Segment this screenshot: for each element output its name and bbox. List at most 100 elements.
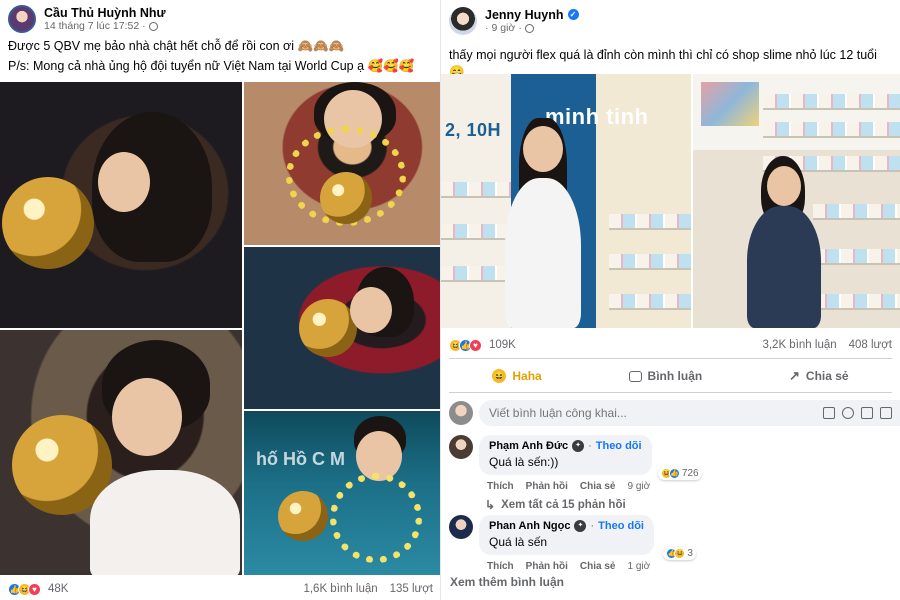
shop-sign-text: minh tinh [545,104,649,129]
left-post-text-line-2: P/s: Mong cả nhà ủng hộ đội tuyển nữ Việ… [8,59,415,73]
slime-shelf-row [763,122,900,138]
view-more-comments-link[interactable]: Xem thêm bình luận [450,575,564,589]
photo-subject-outfit [747,206,821,328]
commenter-avatar[interactable] [449,435,473,459]
comment-like-link[interactable]: Thích [487,561,514,572]
comment-icon [628,370,642,382]
camera-icon[interactable] [861,407,873,419]
left-post: Cầu Thủ Huỳnh Như 14 tháng 7 lúc 17:52 ·… [0,0,441,600]
share-button-label: Chia sẻ [805,369,849,383]
golden-ball-trophy-icon [299,299,357,357]
left-author-block: Cầu Thủ Huỳnh Như 14 tháng 7 lúc 17:52 · [44,6,166,32]
right-author-avatar[interactable] [449,7,477,35]
view-replies-label: Xem tất cả 15 phản hồi [501,499,626,511]
right-reactions-bar: 😆 👍 ♥ 109K 3,2K bình luận 408 lượt [449,335,892,355]
left-photo-4[interactable] [244,247,441,409]
slime-shelf-row [609,254,691,270]
slime-shelf-row [763,94,900,110]
left-photo-3[interactable] [244,82,441,245]
photo-subject-face [350,287,392,333]
right-reaction-icons[interactable]: 😆 👍 ♥ [449,338,482,352]
right-author-block: Jenny Huynh ✓ · 9 giờ · [485,8,579,34]
right-post-time[interactable]: 9 giờ [492,22,516,34]
follow-link[interactable]: Theo dõi [596,440,642,452]
top-fan-badge-icon: ✦ [572,440,585,452]
love-reaction-icon: ♥ [469,338,482,352]
commenter-name[interactable]: Phạm Anh Đức [489,440,568,452]
comment-name-line: Phan Anh Ngọc ✦ · Theo dõi [489,520,644,532]
comment-time[interactable]: 1 giờ [627,561,650,572]
comment-actions: Thích Phản hồi Chia sẻ 1 giờ [487,561,892,572]
comment-row: Phan Anh Ngọc ✦ · Theo dõi Quá là sến 👍 … [449,515,892,560]
photo-subject-face [112,378,182,456]
share-icon: ↗ [789,368,800,383]
globe-icon [148,21,158,31]
flower-garland [330,473,422,563]
comment-like-link[interactable]: Thích [487,481,514,492]
left-author-avatar[interactable] [8,5,36,33]
comment-item: Phan Anh Ngọc ✦ · Theo dõi Quá là sến 👍 … [449,515,892,572]
comment-share-link[interactable]: Chia sẻ [580,561,616,572]
comment-tools [823,407,892,419]
comment-reactions[interactable]: 👍 😆 3 [663,547,696,560]
slime-shelf-row [441,182,511,198]
commenter-avatar[interactable] [449,515,473,539]
haha-button[interactable]: 😆 Haha [480,365,553,387]
sticker-icon[interactable] [823,407,835,419]
right-post-header: Jenny Huynh ✓ · 9 giờ · [449,5,892,37]
slime-shelf-row [609,214,691,230]
left-post-time[interactable]: 14 tháng 7 lúc 17:52 [44,20,139,32]
comment-share-link[interactable]: Chia sẻ [580,481,616,492]
right-post-meta-dot: · [485,22,489,35]
love-reaction-icon: ♥ [28,582,41,596]
comment-reactions[interactable]: 😆 👍 726 [657,467,702,480]
comment-time[interactable]: 9 giờ [627,481,650,492]
slime-shelf-row [813,294,900,310]
left-reaction-count[interactable]: 48K [48,583,68,595]
comment-text: Quá là sến:)) [489,455,559,469]
left-comment-count[interactable]: 1,6K bình luận [303,583,377,595]
follow-link[interactable]: Theo dõi [598,520,644,532]
comment-reaction-count: 726 [681,468,699,479]
comment-dot: · [588,440,592,452]
right-comment-count[interactable]: 3,2K bình luận [762,339,836,351]
current-user-avatar[interactable] [449,401,473,425]
right-author-name-text[interactable]: Jenny Huynh [485,8,564,22]
comment-button[interactable]: Bình luận [617,365,715,387]
comment-button-label: Bình luận [647,369,703,383]
right-photo-2[interactable] [693,74,900,328]
left-author-name-text[interactable]: Cầu Thủ Huỳnh Như [44,6,166,20]
slime-shelf-row [609,294,691,310]
wall-painting [701,82,759,126]
left-photo-1[interactable] [0,82,242,328]
left-author-name[interactable]: Cầu Thủ Huỳnh Như [44,6,166,20]
left-share-count[interactable]: 135 lượt [390,583,433,595]
photo-subject-face [523,126,563,172]
right-post-meta-dot-2: · [518,22,522,35]
comment-item: Phạm Anh Đức ✦ · Theo dõi Quá là sến:)) … [449,435,892,512]
left-post-meta: 14 tháng 7 lúc 17:52 · [44,20,166,32]
slime-shelf-row [441,224,511,240]
left-reaction-icons[interactable]: 👍 😆 ♥ [8,582,41,596]
right-reaction-count[interactable]: 109K [489,339,516,351]
comment-reaction-count: 3 [687,548,693,559]
right-author-name[interactable]: Jenny Huynh ✓ [485,8,579,22]
golden-ball-trophy-icon [278,491,328,541]
comment-reply-link[interactable]: Phản hồi [526,561,568,572]
comment-text: Quá là sến [489,535,548,549]
left-photo-5[interactable]: hố Hồ C M [244,411,441,575]
view-replies-link[interactable]: ↳ Xem tất cả 15 phản hồi [485,498,892,512]
gif-icon[interactable] [880,407,892,419]
haha-reaction-icon: 😆 [674,548,686,559]
commenter-name[interactable]: Phan Anh Ngọc [489,520,570,532]
right-photo-1[interactable]: minh tinh 2, 10H [441,74,691,328]
emoji-icon[interactable] [842,407,854,419]
golden-ball-trophy-icon [2,177,94,269]
right-post-meta: · 9 giờ · [485,22,579,34]
left-photo-2[interactable] [0,330,242,575]
shop-sign-text-2: 2, 10H [445,120,502,140]
right-share-count[interactable]: 408 lượt [849,339,892,351]
actions-divider-top [449,358,892,359]
share-button[interactable]: ↗ Chia sẻ [777,364,861,388]
comment-reply-link[interactable]: Phản hồi [526,481,568,492]
